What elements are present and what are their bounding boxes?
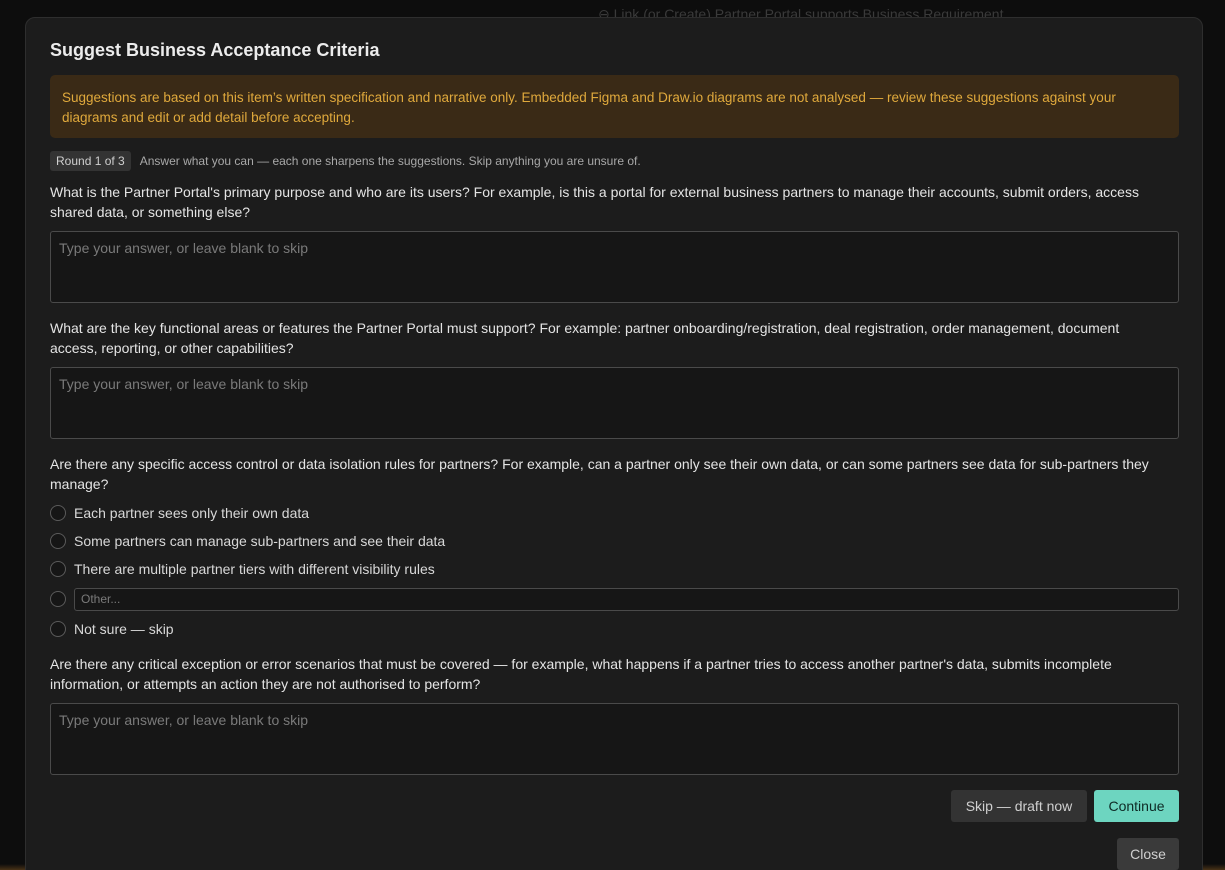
close-button[interactable]: Close xyxy=(1117,838,1179,870)
radio-button[interactable] xyxy=(50,591,66,607)
other-input[interactable] xyxy=(74,587,1179,611)
answer-purpose-input[interactable] xyxy=(50,231,1179,303)
answer-exceptions-input[interactable] xyxy=(50,703,1179,775)
option-label: Some partners can manage sub-partners an… xyxy=(74,533,446,549)
radio-button[interactable] xyxy=(50,505,66,521)
question-features: What are the key functional areas or fea… xyxy=(50,320,1120,356)
question-purpose: What is the Partner Portal's primary pur… xyxy=(50,184,1139,220)
diagram-warning-banner: Suggestions are based on this item’s wri… xyxy=(50,75,1179,138)
round-badge: Round 1 of 3 xyxy=(50,151,131,171)
option-sub-partners[interactable]: Some partners can manage sub-partners an… xyxy=(50,531,445,551)
question-exceptions: Are there any critical exception or erro… xyxy=(50,656,1112,692)
skip-draft-button[interactable]: Skip — draft now xyxy=(951,790,1087,822)
option-own-data[interactable]: Each partner sees only their own data xyxy=(50,503,309,523)
dialog-title: Suggest Business Acceptance Criteria xyxy=(50,40,380,60)
question-access-control: Are there any specific access control or… xyxy=(50,456,1149,492)
round-indicator: Round 1 of 3 Answer what you can — each … xyxy=(50,151,641,171)
option-other[interactable] xyxy=(50,587,1179,611)
answer-features-input[interactable] xyxy=(50,367,1179,439)
continue-button[interactable]: Continue xyxy=(1094,790,1179,822)
option-label: Not sure — skip xyxy=(74,621,174,637)
option-label: There are multiple partner tiers with di… xyxy=(74,561,435,577)
suggest-criteria-dialog: Suggest Business Acceptance Criteria Sug… xyxy=(25,17,1203,870)
option-label: Each partner sees only their own data xyxy=(74,505,310,521)
radio-button[interactable] xyxy=(50,533,66,549)
radio-button[interactable] xyxy=(50,561,66,577)
radio-button[interactable] xyxy=(50,621,66,637)
round-hint: Answer what you can — each one sharpens … xyxy=(139,154,641,168)
option-partner-tiers[interactable]: There are multiple partner tiers with di… xyxy=(50,559,435,579)
option-not-sure[interactable]: Not sure — skip xyxy=(50,619,174,639)
